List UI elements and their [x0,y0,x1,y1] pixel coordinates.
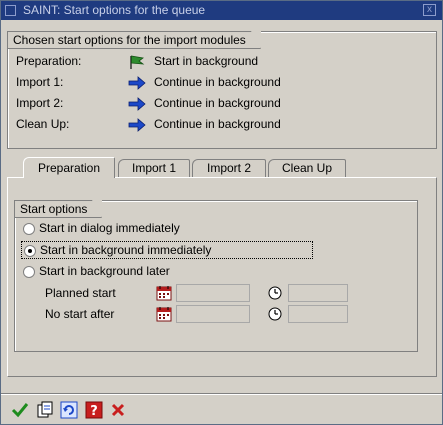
no-start-after-row: No start after [35,305,355,323]
dialog-window: SAINT: Start options for the queue x Cho… [0,0,443,425]
radio-start-background-immediately[interactable]: Start in background immediately [21,241,313,259]
row-value: Continue in background [154,96,281,110]
copy-icon[interactable] [36,401,54,419]
tab-import-2[interactable]: Import 2 [192,159,266,177]
row-label: Import 2: [16,96,64,110]
start-options-group: Start options Start in dialog immediatel… [14,200,418,352]
planned-start-row: Planned start [35,284,355,302]
radio-button-selected[interactable] [24,245,36,257]
no-start-after-time-input[interactable] [288,305,348,323]
window-title: SAINT: Start options for the queue [23,3,206,17]
start-options-heading: Start options [14,200,103,218]
tab-import-1[interactable]: Import 1 [118,159,190,177]
row-value: Start in background [154,54,259,68]
tab-clean-up[interactable]: Clean Up [268,159,346,177]
clock-icon[interactable] [268,307,282,321]
radio-button[interactable] [23,266,35,278]
tab-strip: Preparation Import 1 Import 2 Clean Up [23,157,423,178]
blue-arrow-icon [128,96,146,112]
no-start-after-date-input[interactable] [176,305,250,323]
planned-start-date-input[interactable] [176,284,250,302]
row-label: Import 1: [16,75,64,89]
help-icon[interactable]: ? [85,401,103,419]
radio-start-dialog-immediately[interactable]: Start in dialog immediately [21,220,211,238]
radio-label: Start in background immediately [40,243,212,257]
calendar-icon[interactable] [156,285,172,301]
cancel-icon[interactable] [109,401,127,419]
row-label: Clean Up: [16,117,70,131]
clock-icon[interactable] [268,286,282,300]
svg-text:?: ? [90,404,98,419]
confirm-icon[interactable] [11,401,29,419]
tab-panel-preparation: Start options Start in dialog immediatel… [7,177,437,377]
calendar-icon[interactable] [156,306,172,322]
blue-arrow-icon [128,75,146,91]
refresh-icon[interactable] [60,401,78,419]
row-value: Continue in background [154,75,281,89]
blue-arrow-icon [128,117,146,133]
green-flag-icon [128,54,146,70]
chosen-options-heading: Chosen start options for the import modu… [7,31,261,49]
radio-button[interactable] [23,223,35,235]
radio-start-background-later[interactable]: Start in background later [21,263,211,281]
radio-label: Start in dialog immediately [39,221,180,235]
planned-start-label: Planned start [45,286,116,300]
window-menu-icon[interactable] [5,5,16,16]
row-value: Continue in background [154,117,281,131]
close-button[interactable]: x [423,4,436,16]
row-label: Preparation: [16,54,82,68]
no-start-after-label: No start after [45,307,115,321]
planned-start-time-input[interactable] [288,284,348,302]
title-bar: SAINT: Start options for the queue x [1,1,442,20]
tab-preparation[interactable]: Preparation [23,157,115,178]
radio-label: Start in background later [39,264,170,278]
chosen-options-group: Chosen start options for the import modu… [7,31,437,149]
dialog-toolbar: ? [1,393,442,425]
